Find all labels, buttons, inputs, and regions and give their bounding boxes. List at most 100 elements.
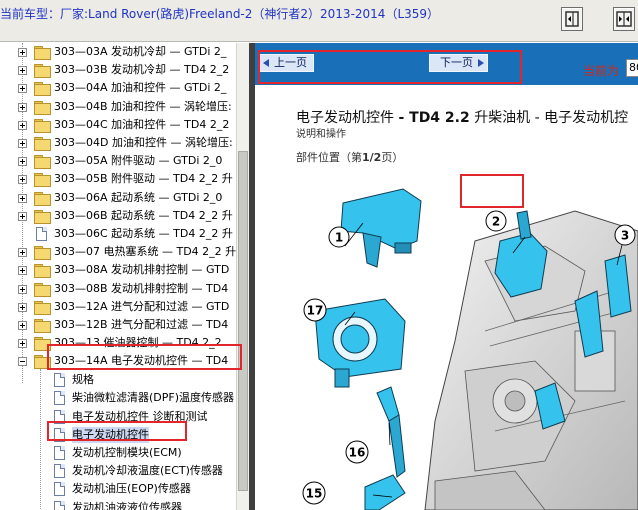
tree-child-label: 发动机油压(EOP)传感器: [72, 482, 191, 496]
callout-2: 2: [485, 210, 507, 232]
vehicle-info: 当前车型：厂家:Land Rover(路虎)Freeland-2（神行者2）20…: [0, 5, 439, 22]
callout-1: 1: [328, 226, 350, 248]
folder-icon: [34, 319, 51, 333]
folder-icon: [34, 118, 51, 133]
folder-icon: [34, 209, 51, 224]
folder-icon: [34, 100, 51, 115]
expand-icon[interactable]: [18, 193, 27, 203]
expand-icon[interactable]: [18, 120, 27, 130]
tree-item[interactable]: 303—03B 发动机冷却 — TD4 2_2: [0, 61, 236, 79]
tree-child-item[interactable]: 柴油微粒滤清器(DPF)温度传感器: [0, 389, 236, 407]
tree-item[interactable]: 303—06A 起动系统 — GTDi 2_0: [0, 189, 236, 207]
highlight-callout-2: [460, 174, 524, 208]
top-bar: 当前车型：厂家:Land Rover(路虎)Freeland-2（神行者2）20…: [0, 0, 638, 42]
callout-17-label: 17: [307, 304, 324, 318]
document-icon: [54, 500, 65, 510]
expand-icon[interactable]: [18, 211, 27, 221]
tree-item-label: 303—06C 起动系统 — TD4 2_2 升: [54, 227, 233, 240]
expand-icon[interactable]: [18, 139, 27, 148]
tree-item[interactable]: 303—08A 发动机排射控制 — GTD: [0, 261, 236, 279]
expand-icon[interactable]: [18, 302, 27, 312]
component-diagram: 1 2 3 17 16 15: [302, 188, 638, 510]
document-subtitle: 说明和操作: [296, 129, 346, 140]
expand-panel-icon: [616, 11, 632, 27]
folder-icon: [34, 155, 51, 170]
part-temp-sensor: [376, 386, 406, 478]
tree-item[interactable]: 303—06C 起动系统 — TD4 2_2 升: [0, 225, 236, 243]
tree-item[interactable]: 303—04B 加油和控件 — 涡轮增压:: [0, 98, 236, 116]
part-throttle-body: [314, 298, 406, 388]
collapse-panel-button[interactable]: [561, 7, 583, 31]
expand-icon[interactable]: [18, 157, 27, 167]
expand-icon[interactable]: [18, 175, 27, 185]
callout-2-label: 2: [492, 215, 500, 229]
expand-panel-button[interactable]: [613, 7, 635, 31]
tree-child-item[interactable]: 规格: [0, 371, 236, 389]
tree-item-label: 303—05B 附件驱动 — TD4 2_2 升: [54, 172, 233, 186]
expand-icon[interactable]: [18, 284, 27, 294]
parts-page: 1/2: [362, 151, 382, 164]
tree-item[interactable]: 303—07 电热塞系统 — TD4 2_2 升: [0, 243, 236, 261]
document-icon: [54, 464, 65, 479]
expand-icon[interactable]: [18, 102, 27, 112]
tree-child-item[interactable]: 发动机油压(EOP)传感器: [0, 480, 236, 498]
tree-item-label: 303—08B 发动机排射控制 — TD4: [54, 281, 229, 295]
collapse-icon[interactable]: [18, 357, 27, 367]
page-number-input[interactable]: 80: [626, 59, 638, 77]
callout-3: 3: [614, 224, 636, 246]
tree-scrollbar[interactable]: [236, 43, 249, 510]
parts-heading-end: 页）: [381, 151, 404, 164]
callout-17: 17: [303, 298, 327, 322]
expand-icon[interactable]: [18, 66, 27, 76]
expand-icon[interactable]: [18, 248, 27, 258]
tree-item[interactable]: 303—04C 加油和控件 — TD4 2_2: [0, 116, 236, 134]
part-oil-sensor: [364, 474, 406, 510]
tree-item[interactable]: 303—04A 加油和控件 — GTDi 2_: [0, 79, 236, 97]
tree-item[interactable]: 303—12B 进气分配和过滤 — TD4: [0, 316, 236, 334]
expand-icon[interactable]: [18, 321, 27, 330]
tree-item[interactable]: 303—05A 附件驱动 — GTDi 2_0: [0, 152, 236, 170]
tree-item-label: 303—06B 起动系统 — TD4 2_2 升: [54, 208, 233, 222]
folder-icon: [34, 137, 51, 151]
document-icon: [54, 482, 65, 497]
highlight-tree-303-14a: [47, 344, 242, 370]
expand-icon[interactable]: [18, 266, 27, 276]
callout-1-label: 1: [335, 231, 343, 245]
tree-item-label: 303—04A 加油和控件 — GTDi 2_: [54, 81, 227, 95]
tree-item-label: 303—04C 加油和控件 — TD4 2_2: [54, 117, 230, 131]
document-viewer: 上一页 下一页 当前为 80 电子发动机控件 - TD4 2.2 升柴油机 - …: [255, 43, 638, 510]
document-icon: [36, 227, 47, 241]
document-icon: [54, 373, 65, 388]
current-page-label: 当前为: [583, 64, 620, 78]
tree-item-label: 303—03A 发动机冷却 — GTDi 2_: [54, 45, 227, 58]
vehicle-label: 当前车型：: [0, 7, 61, 21]
tree-item[interactable]: 303—12A 进气分配和过滤 — GTD: [0, 298, 236, 316]
expand-icon[interactable]: [18, 339, 27, 349]
tree-child-item[interactable]: 发动机控制模块(ECM): [0, 444, 236, 462]
document-icon: [54, 391, 65, 406]
tree-child-item[interactable]: 发动机油液液位传感器: [0, 499, 236, 510]
folder-icon: [34, 82, 51, 97]
highlight-nav-buttons: [258, 50, 522, 84]
tree-child-label: 发动机油液液位传感器: [72, 500, 182, 510]
tree-scrollbar-thumb[interactable]: [238, 151, 248, 491]
document-icon: [54, 445, 65, 460]
title-suffix: 升柴油机 - 电子发动机控: [474, 110, 629, 126]
expand-icon[interactable]: [18, 84, 27, 94]
tree-child-label: 规格: [72, 373, 94, 387]
tree-item-label: 303—06A 起动系统 — GTDi 2_0: [54, 190, 223, 204]
folder-icon: [34, 300, 51, 315]
tree-item[interactable]: 303—06B 起动系统 — TD4 2_2 升: [0, 207, 236, 225]
folder-icon: [34, 173, 51, 188]
expand-icon[interactable]: [18, 48, 27, 57]
parts-heading: 部件位置（第1/2页）: [296, 149, 403, 165]
tree-item[interactable]: 303—03A 发动机冷却 — GTDi 2_: [0, 43, 236, 61]
tree-item[interactable]: 303—04D 加油和控件 — 涡轮增压:: [0, 134, 236, 152]
tree-item[interactable]: 303—08B 发动机排射控制 — TD4: [0, 280, 236, 298]
highlight-tree-selected: [47, 421, 187, 441]
document-title: 电子发动机控件 - TD4 2.2 升柴油机 - 电子发动机控: [296, 107, 628, 127]
tree-item[interactable]: 303—05B 附件驱动 — TD4 2_2 升: [0, 170, 236, 188]
tree-item-label: 303—08A 发动机排射控制 — GTD: [54, 263, 230, 277]
callout-15: 15: [302, 481, 326, 505]
tree-child-item[interactable]: 发动机冷却液温度(ECT)传感器: [0, 462, 236, 480]
